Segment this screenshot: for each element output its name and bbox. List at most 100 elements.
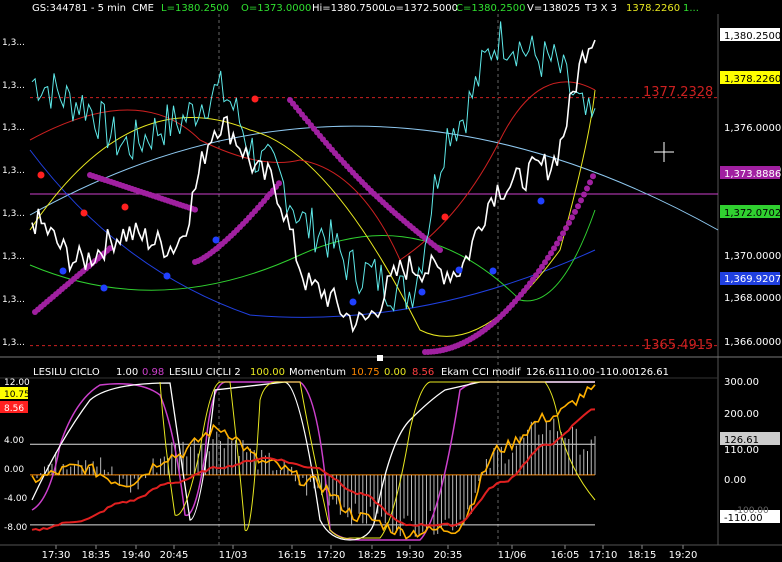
- price-axis-right-label: 1,370.0000: [724, 251, 781, 262]
- purple-trend-2-dot: [192, 206, 198, 213]
- price-axis-left-label: 1,3...: [2, 338, 25, 348]
- time-axis-label: 17:20: [317, 550, 346, 561]
- purple-trend-5-dot: [563, 225, 569, 232]
- ekam-cci-line: [31, 408, 596, 532]
- header-symbol: GS:344781 - 5 min: [32, 3, 126, 14]
- lower-axis-left-label: 10.75: [4, 390, 30, 400]
- lower-ind4-v2: 110.00: [560, 367, 595, 378]
- price-axis-left-label: 1,3...: [2, 252, 25, 262]
- lower-ind3-v2: 0.00: [384, 367, 406, 378]
- swing-low-marker: [455, 266, 463, 274]
- swing-high-marker: [441, 213, 449, 221]
- lower-level-label: 1365.4915: [643, 338, 713, 353]
- swing-high-marker: [37, 171, 45, 179]
- swing-low-marker: [537, 197, 545, 205]
- purple-trend-5-dot: [581, 191, 587, 198]
- lower-ind3-v3: 8.56: [412, 367, 434, 378]
- purple-trend-4-dot: [437, 247, 443, 254]
- upper-level-label: 1377.2328: [643, 85, 713, 100]
- lower-ind4-v3: -110.00: [596, 367, 635, 378]
- lesilu-cicli2-line: [31, 381, 595, 541]
- swing-low-marker: [163, 272, 171, 280]
- header-exchange: CME: [132, 3, 154, 14]
- swing-low-marker: [59, 267, 67, 275]
- low-marker-square: [377, 355, 383, 361]
- purple-trend-3-dot: [276, 180, 282, 187]
- swing-high-marker: [80, 209, 88, 217]
- price-axis-left-label: 1,3...: [2, 38, 25, 48]
- lower-ind4: Ekam CCI modif: [441, 367, 521, 378]
- header-extra: 1...: [683, 3, 699, 14]
- lower-ind2: LESILU CICLI 2: [169, 367, 241, 378]
- lower-ind4-v1: 126.61: [526, 367, 561, 378]
- header-close: C=1380.2500: [456, 3, 525, 14]
- lower-ind1-v2: 0.98: [142, 367, 164, 378]
- lesilu-cicli2-yellow-line: [159, 381, 596, 539]
- purple-trend-5-dot: [560, 230, 566, 237]
- lower-axis-left-label: 12.00: [4, 378, 30, 388]
- header-low: Lo=1372.5000: [384, 3, 458, 14]
- price-panel: [30, 14, 718, 356]
- purple-trend-5-dot: [578, 197, 584, 204]
- time-axis-label: 18:15: [628, 550, 657, 561]
- price-axis-right-label: 1,372.0702: [724, 208, 781, 219]
- time-axis-label: 19:40: [122, 550, 151, 561]
- lower-ind2-v1: 100.00: [250, 367, 285, 378]
- lower-layer: [30, 381, 596, 541]
- lower-axis-left-label: 0.00: [4, 465, 24, 475]
- lower-axis-right-label: 300.00: [724, 377, 759, 388]
- price-axis-right-label: 1,369.9207: [724, 274, 781, 285]
- purple-trend-5-dot: [572, 208, 578, 215]
- lower-axis-left-label: -4.00: [4, 494, 28, 504]
- price-axis-right-label: 1,380.2500: [724, 31, 781, 42]
- lower-axis-right-faded-label: -100.00: [734, 506, 769, 516]
- time-axis-label: 17:30: [42, 550, 71, 561]
- price-axis-right-label: 1,378.2260: [724, 74, 781, 85]
- lower-axis-left-label: -8.00: [4, 523, 28, 533]
- purple-trend-5-dot: [569, 214, 575, 221]
- chart-canvas: GS:344781 - 5 min CME L=1380.2500 O=1373…: [0, 3, 782, 561]
- header-t3-value: 1378.2260: [626, 3, 680, 14]
- time-axis-label: 20:35: [434, 550, 463, 561]
- swing-low-marker: [100, 284, 108, 292]
- price-axis-left-label: 1,3...: [2, 166, 25, 176]
- purple-trend-5-dot: [575, 203, 581, 210]
- header-high: Hi=1380.7500: [312, 3, 385, 14]
- swing-high-marker: [121, 203, 129, 211]
- price-axis-left-label: 1,3...: [2, 81, 25, 91]
- purple-trend-5-dot: [590, 173, 596, 180]
- lesilu-ciclo-line: [31, 381, 595, 541]
- lower-ind3-v1: 10.75: [351, 367, 380, 378]
- swing-low-marker: [212, 236, 220, 244]
- price-axis-right-label: 1,373.8886: [724, 169, 781, 180]
- time-axis-label: 11/03: [219, 550, 248, 561]
- time-axis-label: 20:45: [160, 550, 189, 561]
- lower-ind4-v4: 126.61: [634, 367, 669, 378]
- lower-ind1: LESILU CICLO: [33, 367, 100, 378]
- time-axis-label: 19:30: [396, 550, 425, 561]
- lower-axis-right-label: 0.00: [724, 475, 746, 486]
- price-axis-left-label: 1,3...: [2, 123, 25, 133]
- lower-axis-left-label: 8.56: [4, 404, 24, 414]
- time-axis-label: 11/06: [498, 550, 527, 561]
- swing-low-marker: [418, 288, 426, 296]
- time-axis-label: 16:15: [278, 550, 307, 561]
- purple-trend-5-dot: [557, 235, 563, 242]
- swing-low-marker: [349, 298, 357, 306]
- time-axis-label: 16:05: [551, 550, 580, 561]
- time-axis-label: 18:35: [82, 550, 111, 561]
- header-t3: T3 X 3: [584, 3, 617, 14]
- lower-axis-left-label: 4.00: [4, 436, 24, 446]
- time-axis-label: 19:20: [669, 550, 698, 561]
- price-axis-right-label: 1,376.0000: [724, 123, 781, 134]
- lower-ind1-v1: 1.00: [116, 367, 138, 378]
- purple-trend-5-dot: [584, 185, 590, 192]
- price-axis-left-label: 1,3...: [2, 295, 25, 305]
- lower-ind3: Momentum: [289, 367, 346, 378]
- swing-low-marker: [489, 267, 497, 275]
- header-open: O=1373.0000: [241, 3, 311, 14]
- time-axis-label: 18:25: [358, 550, 387, 561]
- purple-trend-5-dot: [566, 219, 572, 226]
- lower-axis-right-label: 200.00: [724, 409, 759, 420]
- time-axis-label: 17:10: [589, 550, 618, 561]
